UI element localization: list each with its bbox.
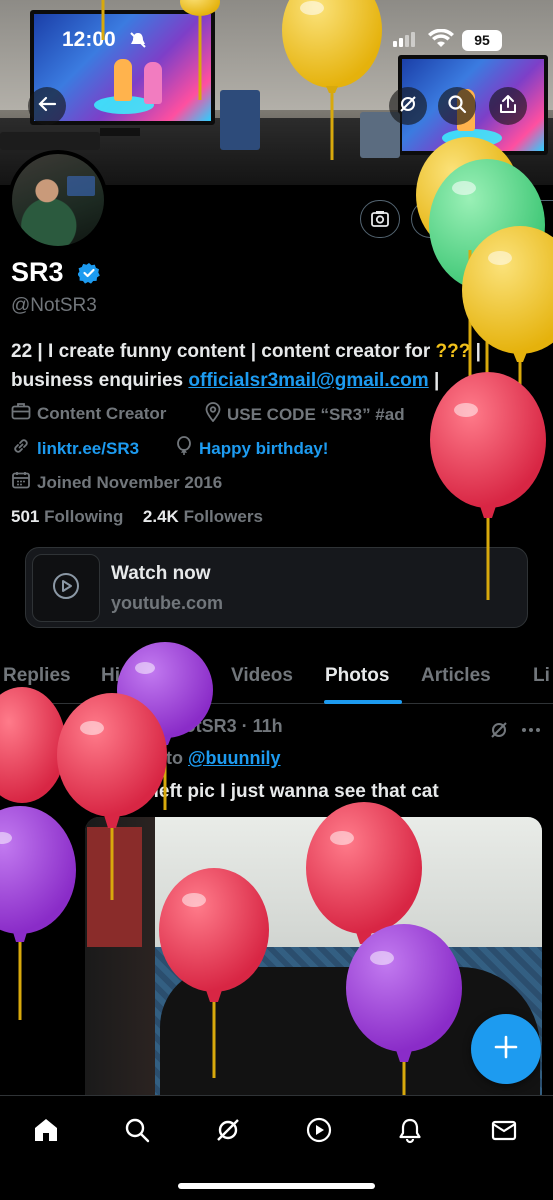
post-verified-icon — [128, 717, 147, 735]
profile-birthday: Happy birthday! — [175, 436, 328, 461]
play-circle-icon — [52, 572, 80, 605]
wifi-icon — [428, 28, 454, 54]
nav-grok[interactable] — [206, 1110, 250, 1154]
following-link[interactable]: 501 Following — [11, 507, 123, 526]
share-icon — [498, 94, 518, 119]
profile-name: SR3 — [11, 257, 64, 287]
briefcase-icon — [11, 402, 31, 425]
profile-handle: @NotSR3 — [11, 295, 97, 316]
verified-badge-icon — [77, 262, 100, 289]
profile-bio: 22 | I create funny content | content cr… — [11, 337, 546, 395]
nav-video[interactable] — [297, 1110, 341, 1154]
post-replying-to: Replying to @buunnily — [85, 748, 281, 769]
replying-to-handle[interactable]: @buunnily — [188, 748, 281, 768]
grok-icon — [398, 94, 418, 119]
back-button[interactable] — [28, 87, 66, 125]
followers-label: Followers — [183, 507, 263, 526]
compose-button[interactable] — [471, 1014, 541, 1084]
calendar-icon — [11, 470, 31, 495]
followers-count: 2.4K — [142, 507, 179, 526]
card-thumbnail — [32, 554, 100, 622]
camera-icon — [370, 209, 390, 234]
grok-button[interactable] — [389, 87, 427, 125]
tab-photos[interactable]: Photos — [325, 665, 389, 687]
card-domain: youtube.com — [111, 593, 224, 613]
bio-email-link[interactable]: officialsr3mail@gmail.com — [188, 370, 428, 391]
nav-messages[interactable] — [482, 1110, 526, 1154]
play-icon — [305, 1116, 333, 1149]
tab-articles[interactable]: Articles — [421, 665, 491, 687]
profile-category: Content Creator — [11, 402, 166, 425]
profile-joined: Joined November 2016 — [11, 470, 222, 495]
bio-suffix: | — [428, 370, 440, 391]
profile-website[interactable]: linktr.ee/SR3 — [11, 436, 139, 461]
follow-stats: 501 Following 2.4K Followers — [11, 507, 263, 527]
post-author-name[interactable]: SR3 — [85, 716, 120, 736]
followers-link[interactable]: 2.4K Followers — [143, 507, 263, 526]
status-time: 12:00 — [62, 28, 116, 51]
edit-profile-label: Edit profile — [430, 210, 519, 229]
profile-location: USE CODE “SR3” #ad — [205, 402, 405, 427]
bio-text: 22 | I create funny content | content cr… — [11, 341, 436, 362]
joined-label: Joined November 2016 — [37, 472, 223, 492]
bell-icon — [396, 1116, 424, 1149]
profile-tabs: Replies Highlights Videos Photos Article… — [0, 660, 553, 704]
tab-likes[interactable]: Li — [533, 665, 550, 687]
battery-indicator: 95 — [462, 30, 502, 51]
banner-keyboard — [0, 132, 100, 150]
bio-question: ??? — [435, 341, 471, 362]
share-button[interactable] — [489, 87, 527, 125]
replying-to-label: Replying to — [85, 748, 188, 768]
post-author-handle[interactable]: @NotSR3 — [154, 716, 237, 736]
plus-icon — [493, 1034, 519, 1065]
profile-avatar[interactable] — [8, 150, 108, 250]
nav-search[interactable] — [115, 1110, 159, 1154]
media-button[interactable] — [360, 200, 400, 238]
post-text: Del the left pic I just wanna see that c… — [85, 781, 439, 802]
location-label: USE CODE “SR3” #ad — [227, 404, 405, 424]
home-indicator[interactable] — [178, 1183, 375, 1189]
post-time: · 11h — [241, 716, 283, 736]
mail-icon — [490, 1116, 518, 1149]
birthday-label: Happy birthday! — [199, 438, 329, 458]
tab-videos[interactable]: Videos — [231, 665, 293, 687]
search-icon — [123, 1116, 151, 1149]
tab-active-indicator — [324, 700, 402, 704]
card-title: Watch now — [111, 563, 211, 584]
post-avatar[interactable] — [12, 716, 66, 770]
arrow-left-icon — [37, 94, 57, 119]
balloon-icon — [175, 436, 193, 461]
following-label: Following — [44, 507, 124, 526]
home-icon — [32, 1116, 60, 1149]
post-more-icon[interactable] — [520, 720, 542, 745]
category-label: Content Creator — [37, 403, 167, 423]
nav-notifications[interactable] — [388, 1110, 432, 1154]
tab-replies[interactable]: Replies — [3, 665, 71, 687]
post-grok-icon[interactable] — [489, 720, 509, 745]
nav-home[interactable] — [24, 1110, 68, 1154]
link-card[interactable]: Watch now youtube.com — [25, 547, 528, 628]
search-button[interactable] — [438, 87, 476, 125]
silent-icon — [128, 30, 148, 55]
edit-profile-button[interactable]: Edit profile — [411, 200, 553, 238]
post-header: SR3 @NotSR3 · 11h — [85, 716, 283, 737]
status-bar: 12:00 95 — [0, 24, 553, 58]
location-pin-icon — [205, 402, 221, 427]
search-icon — [447, 94, 467, 119]
grok-icon — [214, 1116, 242, 1149]
following-count: 501 — [11, 507, 40, 526]
website-link[interactable]: linktr.ee/SR3 — [37, 439, 139, 459]
link-icon — [11, 436, 31, 461]
tab-highlights[interactable]: Highlights — [101, 665, 194, 687]
